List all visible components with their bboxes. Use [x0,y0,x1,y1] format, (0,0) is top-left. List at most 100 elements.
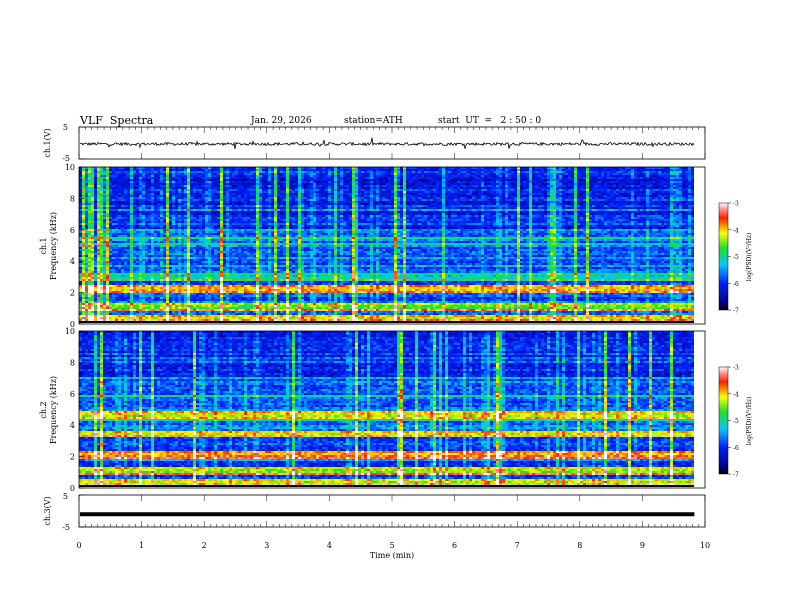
spectrogram-cell [247,221,250,223]
spectrogram-cell [121,187,124,189]
spectrogram-cell [154,267,157,269]
spectrogram-cell [199,313,202,315]
spectrogram-cell [82,271,85,273]
spectrogram-cell [103,261,106,263]
spectrogram-cell [163,225,166,227]
spectrogram-cell [199,169,202,171]
spectrogram-cell [244,181,247,183]
spectrogram-cell [112,223,115,225]
spectrogram-cell [160,225,163,227]
spectrogram-cell [130,185,133,187]
spectrogram-cell [136,215,139,217]
spectrogram-cell [223,211,226,213]
spectrogram-cell [157,255,160,257]
spectrogram-cell [256,187,259,189]
spectrogram-cell [151,321,154,323]
spectrogram-cell [148,197,151,199]
spectrogram-cell [229,263,232,265]
spectrogram-cell [262,229,265,231]
spectrogram-cell [94,263,97,265]
spectrogram-cell [127,239,130,241]
spectrogram-cell [139,213,142,215]
spectrogram-cell [115,273,118,275]
spectrogram-cell [109,231,112,233]
spectrogram-cell [106,291,109,293]
spectrogram-cell [196,205,199,207]
spectrogram-cell [103,227,106,229]
spectrogram-cell [202,283,205,285]
spectrogram-cell [157,275,160,277]
spectrogram-cell [196,189,199,191]
spectrogram-cell [205,319,208,321]
spectrogram-cell [148,193,151,195]
spectrogram-cell [202,259,205,261]
spectrogram-cell [223,193,226,195]
spectrogram-cell [256,255,259,257]
spectrogram-cell [97,173,100,175]
spectrogram-cell [181,303,184,305]
spectrogram-cell [124,221,127,223]
spectrogram-cell [256,195,259,197]
spectrogram-cell [130,315,133,317]
spectrogram-cell [265,315,268,317]
spectrogram-cell [163,243,166,245]
spectrogram-cell [256,299,259,301]
spectrogram-cell [184,295,187,297]
spectrogram-cell [106,283,109,285]
spectrogram-cell [148,295,151,297]
spectrogram-cell [169,265,172,267]
spectrogram-cell [211,275,214,277]
spectrogram-cell [232,297,235,299]
spectrogram-cell [247,279,250,281]
spectrogram-cell [85,295,88,297]
spectrogram-cell [106,197,109,199]
spectrogram-cell [103,315,106,317]
spectrogram-cell [136,201,139,203]
spectrogram-cell [241,217,244,219]
spectrogram-cell [121,197,124,199]
spectrogram-cell [253,271,256,273]
spectrogram-cell [256,221,259,223]
spectrogram-cell [136,307,139,309]
ch1-ytick-bottom: -5 [62,154,70,163]
spectrogram-cell [112,303,115,305]
spectrogram-cell [166,233,169,235]
spectrogram-cell [175,213,178,215]
spectrogram-cell [193,201,196,203]
spectrogram-cell [127,171,130,173]
spectrogram-cell [214,269,217,271]
spectrogram-cell [169,219,172,221]
spectrogram-cell [79,199,82,201]
spectrogram-cell [109,275,112,277]
spectrogram-cell [241,287,244,289]
spectrogram-cell [115,175,118,177]
spectrogram-cell [145,225,148,227]
spectrogram-cell [211,277,214,279]
spectrogram-cell [193,211,196,213]
spectrogram-cell [232,213,235,215]
spectrogram-cell [178,305,181,307]
spectrogram-cell [166,279,169,281]
spectrogram-cell [91,235,94,237]
spectrogram-cell [220,189,223,191]
spectrogram-cell [229,247,232,249]
spectrogram-cell [214,237,217,239]
spectrogram-cell [193,225,196,227]
spectrogram-cell [199,239,202,241]
spectrogram-cell [148,255,151,257]
spectrogram-cell [205,187,208,189]
spectrogram-cell [94,273,97,275]
spectrogram-cell [211,209,214,211]
spectrogram-cell [214,221,217,223]
spectrogram-cell [94,293,97,295]
spectrogram-cell [229,187,232,189]
spectrogram-cell [139,197,142,199]
spectrogram-cell [211,215,214,217]
spectrogram-cell [136,235,139,237]
spectrogram-cell [262,297,265,299]
spectrogram-cell [244,285,247,287]
spectrogram-cell [115,303,118,305]
spectrogram-cell [190,225,193,227]
spectrogram-cell [193,307,196,309]
spectrogram-cell [163,285,166,287]
